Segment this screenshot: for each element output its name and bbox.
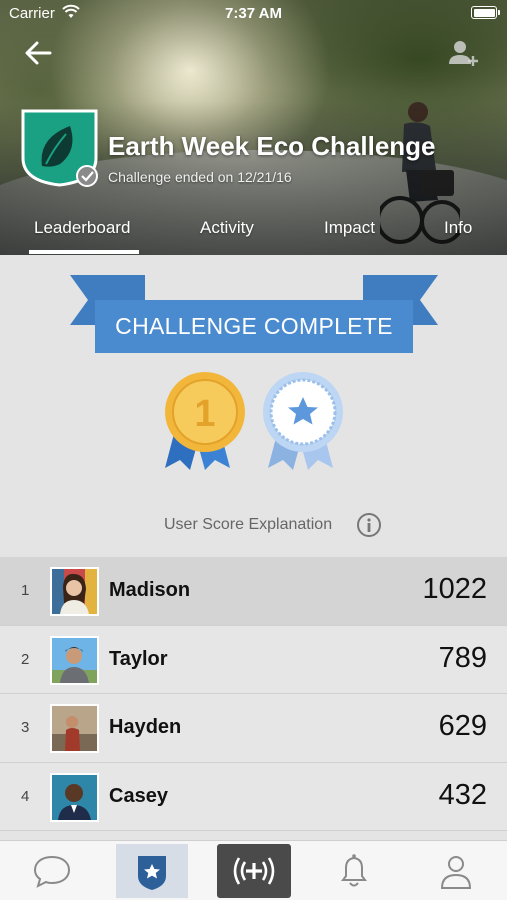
avatar: [50, 567, 99, 616]
svg-text:1: 1: [194, 393, 215, 435]
leaderboard-list: 1 Madison 1022 2 Taylor 789 3 Hayden 629…: [0, 557, 507, 831]
tab-activity[interactable]: Activity: [200, 218, 254, 238]
nav-notifications[interactable]: [322, 844, 386, 898]
player-name: Casey: [109, 784, 168, 807]
chat-bubble-icon: [33, 855, 71, 888]
nav-chat[interactable]: [20, 844, 84, 898]
nav-challenges[interactable]: [116, 844, 188, 898]
profile-icon: [440, 856, 472, 889]
leaderboard-row[interactable]: 4 Casey 432: [0, 762, 507, 831]
bell-icon: [341, 854, 367, 887]
blue-star-medal-icon: [263, 372, 343, 470]
status-bar: Carrier 7:37 AM: [0, 0, 507, 28]
player-score: 629: [438, 710, 487, 742]
avatar: [50, 635, 99, 685]
player-name: Hayden: [109, 716, 182, 738]
rank-number: 3: [21, 719, 30, 736]
player-name: Madison: [109, 579, 191, 601]
active-tab-indicator: [29, 250, 139, 254]
player-score: 789: [438, 641, 487, 674]
player-name: Taylor: [109, 647, 168, 670]
score-explanation-label: User Score Explanation: [164, 516, 333, 533]
challenge-end-date: Challenge ended on 12/21/16: [108, 169, 292, 185]
status-time: 7:37 AM: [225, 5, 282, 22]
shield-star-icon: [138, 856, 166, 890]
leaderboard-row[interactable]: 1 Madison 1022: [0, 557, 507, 626]
challenge-complete-banner: CHALLENGE COMPLETE: [115, 313, 393, 339]
nav-profile[interactable]: [424, 844, 488, 898]
challenge-leaf-badge-icon: [21, 109, 98, 187]
player-score: 1022: [422, 573, 487, 605]
bottom-tab-bar: [0, 840, 507, 900]
broadcast-plus-icon: [233, 857, 275, 885]
rank-number: 4: [21, 787, 30, 805]
battery-icon: [471, 6, 500, 19]
add-user-icon[interactable]: [447, 38, 479, 68]
avatar: [50, 772, 99, 822]
player-score: 432: [438, 778, 487, 811]
leaderboard-row[interactable]: 3 Hayden 629: [0, 694, 507, 763]
gold-first-place-medal-icon: 1: [165, 372, 245, 470]
rank-number: 1: [21, 582, 30, 599]
challenge-title: Earth Week Eco Challenge: [108, 131, 436, 161]
score-explanation[interactable]: User Score Explanation: [0, 512, 507, 538]
tab-leaderboard[interactable]: Leaderboard: [34, 218, 130, 238]
tab-impact[interactable]: Impact: [324, 218, 375, 238]
rank-number: 2: [21, 650, 30, 668]
leaderboard-row[interactable]: 2 Taylor 789: [0, 625, 507, 694]
info-icon[interactable]: [356, 512, 382, 538]
back-arrow-icon[interactable]: [22, 38, 54, 68]
medals: 1: [165, 372, 343, 470]
challenge-tabs: Leaderboard Activity Impact Info: [0, 210, 507, 255]
nav-log-action[interactable]: [217, 844, 291, 898]
tab-info[interactable]: Info: [444, 218, 472, 238]
avatar: [50, 704, 99, 753]
